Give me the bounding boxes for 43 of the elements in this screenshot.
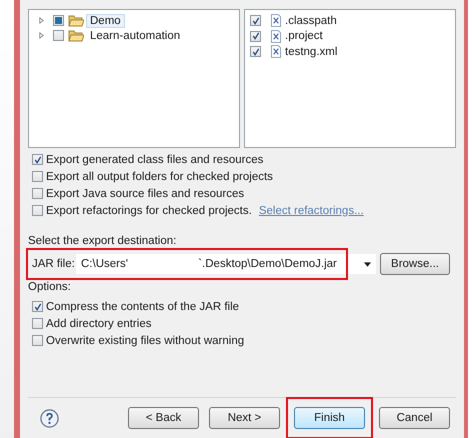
checkbox[interactable] bbox=[32, 154, 43, 165]
checkbox[interactable] bbox=[32, 318, 43, 329]
section-heading: Options: bbox=[28, 281, 72, 293]
select-refactorings-link[interactable]: Select refactorings... bbox=[258, 204, 364, 216]
checkbox[interactable] bbox=[32, 335, 43, 346]
xml-file-icon bbox=[271, 30, 281, 43]
section-heading: Select the export destination: bbox=[28, 235, 178, 247]
field-label: JAR file: bbox=[32, 258, 76, 270]
tree-item[interactable]: Learn-automation bbox=[86, 28, 184, 42]
checkbox[interactable] bbox=[53, 30, 64, 41]
help-icon[interactable] bbox=[40, 408, 59, 428]
checkbox-label[interactable]: Export refactorings for checked projects. bbox=[46, 204, 252, 216]
checkbox[interactable] bbox=[250, 46, 261, 58]
folder-icon bbox=[68, 29, 84, 42]
checkbox[interactable] bbox=[32, 301, 43, 312]
expand-arrow-icon[interactable] bbox=[38, 17, 45, 24]
checkbox[interactable] bbox=[32, 171, 43, 182]
browse-button[interactable]: Browse... bbox=[380, 253, 450, 275]
file-name[interactable]: .classpath bbox=[285, 14, 337, 27]
dropdown-caret-icon[interactable] bbox=[364, 262, 371, 266]
wizard-button[interactable]: Cancel bbox=[379, 407, 450, 429]
checkbox-label[interactable]: Export generated class files and resources bbox=[46, 154, 264, 166]
tree-item[interactable]: Demo bbox=[86, 14, 125, 28]
checkbox-label[interactable]: Add directory entries bbox=[46, 318, 152, 330]
file-name[interactable]: testng.xml bbox=[285, 46, 338, 58]
expand-arrow-icon[interactable] bbox=[38, 32, 45, 39]
checkbox-label[interactable]: Export Java source files and resources bbox=[46, 188, 244, 200]
checkbox[interactable] bbox=[250, 30, 261, 42]
checkbox[interactable] bbox=[32, 205, 43, 216]
wizard-button[interactable]: Next > bbox=[209, 407, 280, 429]
checkbox[interactable] bbox=[32, 188, 43, 199]
xml-file-icon bbox=[271, 14, 281, 28]
wizard-button[interactable]: Finish bbox=[294, 407, 365, 429]
folder-icon bbox=[68, 14, 84, 27]
file-name[interactable]: .project bbox=[285, 30, 323, 42]
xml-file-icon bbox=[271, 45, 281, 58]
checkbox-label[interactable]: Compress the contents of the JAR file bbox=[46, 300, 240, 312]
checkbox-label[interactable]: Export all output folders for checked projects bbox=[46, 170, 273, 182]
jar-path-field[interactable]: C:\Users' `.Desktop\Demo\DemoJ.jar bbox=[76, 254, 376, 274]
wizard-button[interactable]: < Back bbox=[128, 407, 199, 429]
checkbox-label[interactable]: Overwrite existing files without warning bbox=[46, 334, 244, 346]
checkbox[interactable] bbox=[250, 15, 261, 26]
checkbox[interactable] bbox=[53, 15, 64, 26]
